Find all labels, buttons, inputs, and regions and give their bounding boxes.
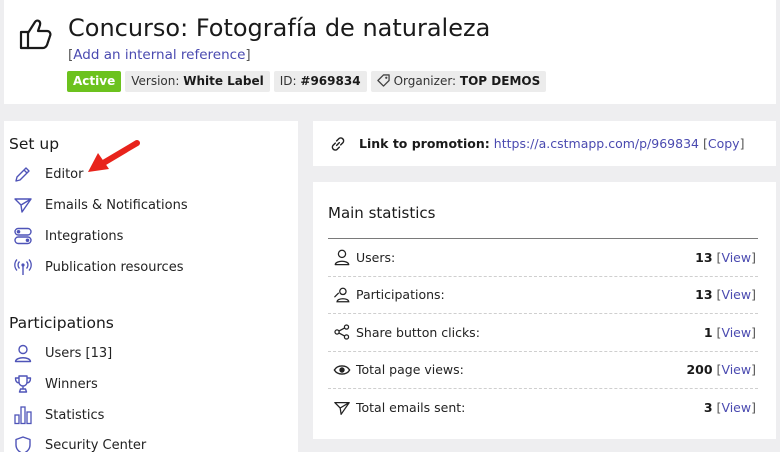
toggles-icon xyxy=(12,225,34,247)
bar-chart-icon xyxy=(12,404,34,426)
stat-row-share-clicks: Share button clicks: 1 [View] xyxy=(328,314,758,352)
stat-label: Users: xyxy=(356,249,396,265)
pencil-icon xyxy=(12,163,34,185)
statistics-table: Users: 13 [View] Participations: 13 [Vie… xyxy=(328,238,758,427)
view-control: [View] xyxy=(716,324,756,340)
sidebar-item-security-center[interactable]: Security Center xyxy=(12,433,146,452)
main-statistics-title: Main statistics xyxy=(328,204,436,222)
sidebar-item-label: Winners xyxy=(45,376,98,392)
sidebar-item-winners[interactable]: Winners xyxy=(12,372,98,396)
id-value: #969834 xyxy=(300,74,361,88)
version-value: White Label xyxy=(183,74,264,88)
page-title: Concurso: Fotografía de naturaleza xyxy=(68,14,491,42)
stat-label: Participations: xyxy=(356,287,445,303)
sidebar-item-label: Statistics xyxy=(45,407,105,423)
sidebar-item-label: Editor xyxy=(45,166,84,182)
sidebar-item-label: Integrations xyxy=(45,228,124,244)
stat-value: 3 xyxy=(703,400,713,416)
stat-label: Total emails sent: xyxy=(356,400,466,416)
setup-section-title: Set up xyxy=(9,135,60,153)
stat-value: 13 xyxy=(695,249,713,265)
sidebar-item-editor[interactable]: Editor xyxy=(12,162,83,186)
share-icon xyxy=(332,322,352,342)
tag-icon xyxy=(376,74,390,87)
version-tag: Version: White Label xyxy=(125,71,270,92)
organizer-label: Organizer: xyxy=(393,74,457,88)
stat-row-emails-sent: Total emails sent: 3 [View] xyxy=(328,389,758,427)
view-link[interactable]: View xyxy=(721,250,751,265)
paper-plane-icon xyxy=(12,194,34,216)
sidebar-item-label: Security Center xyxy=(45,437,147,452)
main-statistics-card: Main statistics Users: 13 [View] Partici… xyxy=(313,182,776,439)
promotion-url-link[interactable]: https://a.cstmapp.com/p/969834 xyxy=(494,136,699,151)
user-icon xyxy=(332,247,352,267)
sidebar-item-label: Users [13] xyxy=(45,345,113,361)
version-label: Version: xyxy=(131,74,180,88)
red-arrow-annotation xyxy=(88,140,140,172)
organizer-tag[interactable]: Organizer: TOP DEMOS xyxy=(370,71,547,92)
sidebar-item-label: Emails & Notifications xyxy=(45,197,188,213)
view-link[interactable]: View xyxy=(721,287,751,302)
stat-value: 13 xyxy=(695,287,713,303)
user-icon xyxy=(12,342,34,364)
sidebar-item-emails[interactable]: Emails & Notifications xyxy=(12,193,188,217)
sidebar-item-users[interactable]: Users [13] xyxy=(12,341,112,365)
stat-value: 200 xyxy=(686,362,713,378)
sidebar-item-statistics[interactable]: Statistics xyxy=(12,403,104,427)
add-reference: [Add an internal reference] xyxy=(68,47,251,63)
trophy-icon xyxy=(12,373,34,395)
participations-section-title: Participations xyxy=(9,314,114,332)
copy-link[interactable]: Copy xyxy=(708,136,740,151)
organizer-value: TOP DEMOS xyxy=(459,74,541,88)
broadcast-icon xyxy=(12,256,34,278)
view-link[interactable]: View xyxy=(721,325,751,340)
eye-icon xyxy=(332,360,352,380)
sidebar: Set up Editor Emails & Notifications Int… xyxy=(4,121,298,452)
status-badge: Active xyxy=(67,71,122,92)
stat-label: Share button clicks: xyxy=(356,324,480,340)
sidebar-item-integrations[interactable]: Integrations xyxy=(12,224,123,248)
sidebar-item-publication-resources[interactable]: Publication resources xyxy=(12,255,183,279)
add-reference-link[interactable]: Add an internal reference xyxy=(73,47,245,63)
promotion-header: Concurso: Fotografía de naturaleza [Add … xyxy=(4,0,776,104)
stat-row-users: Users: 13 [View] xyxy=(328,239,758,277)
sidebar-item-label: Publication resources xyxy=(45,259,184,275)
shield-icon xyxy=(12,434,34,452)
view-control: [View] xyxy=(716,362,756,378)
stat-row-participations: Participations: 13 [View] xyxy=(328,277,758,314)
view-link[interactable]: View xyxy=(721,362,751,377)
view-link[interactable]: View xyxy=(721,400,751,415)
thumbs-up-icon xyxy=(19,19,52,50)
paper-plane-icon xyxy=(332,398,352,418)
view-control: [View] xyxy=(716,400,756,416)
promotion-link-label: Link to promotion: xyxy=(359,136,490,151)
id-label: ID: xyxy=(279,74,297,88)
promotion-link-card: Link to promotion: https://a.cstmapp.com… xyxy=(313,121,776,166)
stat-row-page-views: Total page views: 200 [View] xyxy=(328,352,758,389)
stat-label: Total page views: xyxy=(356,362,464,378)
promotion-tags: Active Version: White Label ID: #969834 … xyxy=(67,71,547,92)
participation-icon xyxy=(332,285,352,305)
view-control: [View] xyxy=(716,287,756,303)
link-icon xyxy=(331,136,345,151)
copy-control: [Copy] xyxy=(702,136,745,151)
stat-value: 1 xyxy=(703,324,713,340)
id-tag: ID: #969834 xyxy=(273,71,367,92)
view-control: [View] xyxy=(716,249,756,265)
